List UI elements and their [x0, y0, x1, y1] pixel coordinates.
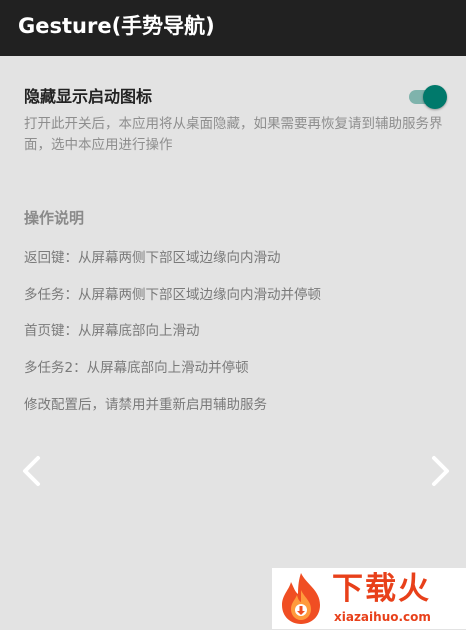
chevron-right-icon[interactable] [428, 453, 452, 489]
setting-title: 隐藏显示启动图标 [24, 87, 153, 106]
instruction-reconfigure-note: 修改配置后，请禁用并重新启用辅助服务 [24, 397, 267, 413]
chevron-left-icon[interactable] [20, 453, 44, 489]
hide-icon-toggle[interactable] [407, 84, 449, 110]
watermark-name: 下载火 [332, 571, 431, 607]
toggle-thumb [423, 85, 447, 109]
instruction-home: 首页键：从屏幕底部向上滑动 [24, 323, 200, 339]
instruction-multitask: 多任务：从屏幕两侧下部区域边缘向内滑动并停顿 [24, 287, 321, 303]
setting-description: 打开此开关后，本应用将从桌面隐藏，如果需要再恢复请到辅助服务界面，选中本应用进行… [24, 116, 443, 153]
instructions-header: 操作说明 [24, 209, 85, 227]
watermark: 下载火 xiazaihuo.com [272, 568, 466, 629]
watermark-domain: xiazaihuo.com [334, 610, 431, 624]
flame-logo-icon [276, 570, 326, 626]
instruction-multitask-2: 多任务2：从屏幕底部向上滑动并停顿 [24, 360, 249, 376]
app-bar: Gesture(手势导航) [0, 0, 466, 56]
instruction-back: 返回键：从屏幕两侧下部区域边缘向内滑动 [24, 250, 281, 266]
app-title: Gesture(手势导航) [18, 14, 215, 38]
hide-launcher-icon-setting[interactable]: 隐藏显示启动图标 打开此开关后，本应用将从桌面隐藏，如果需要再恢复请到辅助服务界… [0, 72, 466, 162]
